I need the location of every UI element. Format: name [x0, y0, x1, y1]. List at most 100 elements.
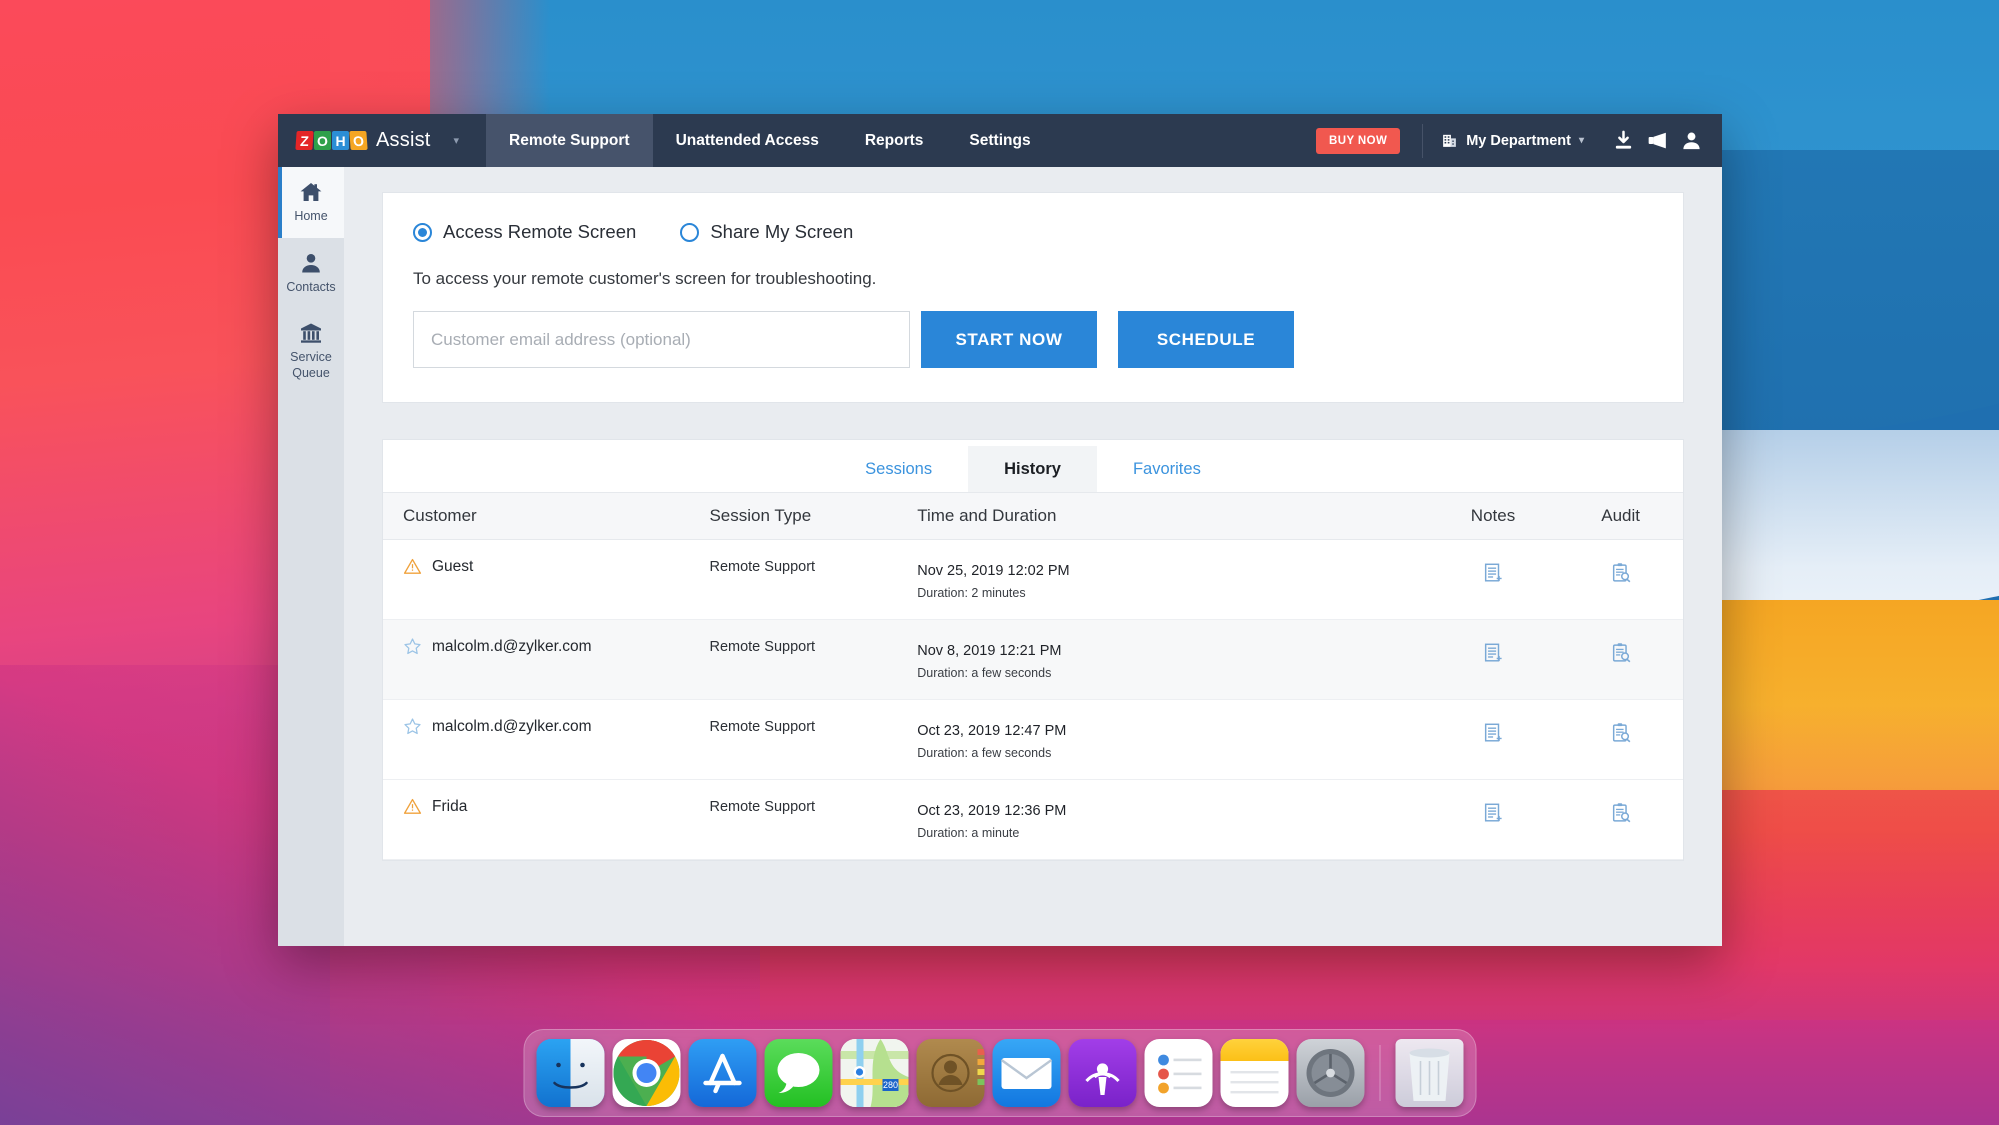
radio-share-my-screen[interactable]: Share My Screen — [680, 221, 853, 243]
tab-history-label: History — [1004, 460, 1061, 478]
note-add-icon[interactable] — [1482, 562, 1504, 589]
session-type-value: Remote Support — [709, 559, 816, 575]
brand-block[interactable]: Z O H O Assist ▾ — [278, 114, 486, 167]
department-label: My Department — [1466, 132, 1571, 149]
cell-customer: malcolm.d@zylker.com — [383, 699, 710, 780]
cell-notes — [1427, 619, 1559, 700]
tab-favorites-label: Favorites — [1132, 460, 1201, 478]
tab-favorites[interactable]: Favorites — [1097, 446, 1237, 492]
tab-settings-label: Settings — [969, 131, 1031, 149]
buy-now-button[interactable]: BUY NOW — [1316, 127, 1401, 154]
download-icon[interactable] — [1606, 124, 1640, 158]
product-name: Assist — [376, 129, 431, 151]
zoho-assist-window: Z O H O Assist ▾ Remote Support Unattend… — [278, 114, 1722, 946]
user-icon[interactable] — [1674, 124, 1708, 158]
radio-share-my-screen-label: Share My Screen — [710, 221, 854, 242]
cell-session-type: Remote Support — [709, 539, 918, 620]
table-row[interactable]: Frida Remote Support Oct 23, 2019 12:36 … — [383, 779, 1683, 860]
sidebar-item-service-queue[interactable]: Service Queue — [278, 308, 344, 394]
nav-divider — [1422, 123, 1424, 158]
session-time: Nov 8, 2019 12:21 PM — [917, 643, 1062, 659]
table-row[interactable]: malcolm.d@zylker.com Remote Support Nov … — [383, 619, 1683, 700]
start-now-button[interactable]: START NOW — [921, 311, 1097, 368]
chevron-down-icon[interactable]: ▾ — [454, 134, 460, 147]
radio-unselected-icon — [680, 222, 700, 242]
zoho-logo-letter-z: Z — [295, 131, 314, 150]
building-columns-icon — [301, 323, 321, 343]
dock-item-mail[interactable] — [992, 1039, 1060, 1107]
home-icon — [300, 183, 322, 201]
radio-access-remote-screen[interactable]: Access Remote Screen — [413, 221, 636, 243]
note-add-icon[interactable] — [1482, 802, 1504, 829]
customer-name: Frida — [432, 797, 468, 815]
star-outline-icon[interactable] — [403, 717, 422, 736]
note-add-icon[interactable] — [1482, 642, 1504, 669]
cell-session-type: Remote Support — [709, 699, 918, 780]
dock-item-finder[interactable] — [536, 1039, 604, 1107]
tab-history[interactable]: History — [968, 446, 1097, 492]
tab-unattended-access-label: Unattended Access — [675, 131, 819, 149]
column-header-time-and-duration: Time and Duration — [917, 493, 1428, 540]
zoho-logo-letter-o2: O — [349, 131, 368, 150]
dock-item-reminders[interactable] — [1144, 1039, 1212, 1107]
starter-description: To access your remote customer's screen … — [413, 269, 877, 288]
cell-time-and-duration: Nov 25, 2019 12:02 PM Duration: 2 minute… — [917, 539, 1428, 620]
column-header-notes: Notes — [1427, 493, 1559, 540]
dock-item-maps[interactable]: 280 — [840, 1039, 908, 1107]
session-duration: Duration: a few seconds — [917, 666, 1052, 680]
audit-search-icon[interactable] — [1610, 802, 1632, 829]
dock-item-notes[interactable] — [1220, 1039, 1288, 1107]
department-selector[interactable]: My Department ▾ — [1441, 132, 1584, 149]
top-navigation-right: BUY NOW My Department ▾ — [1316, 114, 1722, 167]
sidebar-item-home[interactable]: Home — [278, 167, 344, 238]
cell-customer: malcolm.d@zylker.com — [383, 619, 710, 700]
schedule-button[interactable]: SCHEDULE — [1118, 311, 1294, 368]
tab-settings[interactable]: Settings — [946, 114, 1053, 167]
audit-search-icon[interactable] — [1610, 562, 1632, 589]
customer-name: Guest — [432, 557, 474, 575]
primary-nav-tabs: Remote Support Unattended Access Reports… — [486, 114, 1054, 167]
zoho-logo-letter-h: H — [332, 131, 349, 150]
cell-notes — [1427, 539, 1559, 620]
customer-email-input[interactable] — [413, 311, 910, 368]
dock-item-podcasts[interactable] — [1068, 1039, 1136, 1107]
starter-controls: START NOW SCHEDULE — [413, 311, 1653, 368]
cell-audit — [1558, 779, 1683, 860]
warning-triangle-icon — [403, 798, 422, 814]
zoho-logo-letter-o1: O — [314, 131, 331, 150]
tab-reports[interactable]: Reports — [842, 114, 947, 167]
table-row[interactable]: Guest Remote Support Nov 25, 2019 12:02 … — [383, 539, 1683, 620]
cell-session-type: Remote Support — [709, 619, 918, 700]
session-mode-radio-group: Access Remote Screen Share My Screen — [413, 221, 1653, 243]
cell-customer: Guest — [383, 539, 710, 620]
note-add-icon[interactable] — [1482, 722, 1504, 749]
tab-sessions-label: Sessions — [865, 460, 933, 478]
chevron-down-icon: ▾ — [1578, 135, 1584, 146]
sidebar-item-contacts[interactable]: Contacts — [278, 238, 344, 309]
tab-unattended-access[interactable]: Unattended Access — [653, 114, 842, 167]
dock-item-system-preferences[interactable] — [1296, 1039, 1364, 1107]
radio-access-remote-screen-label: Access Remote Screen — [443, 221, 637, 242]
customer-name: malcolm.d@zylker.com — [432, 717, 592, 735]
cell-audit — [1558, 619, 1683, 700]
history-table: Customer Session Type Time and Duration … — [383, 493, 1683, 860]
megaphone-icon[interactable] — [1640, 124, 1674, 158]
warning-triangle-icon — [403, 558, 422, 574]
tab-sessions[interactable]: Sessions — [829, 446, 968, 492]
dock-item-contacts[interactable] — [916, 1039, 984, 1107]
column-header-audit: Audit — [1558, 493, 1683, 540]
tab-remote-support[interactable]: Remote Support — [486, 114, 653, 167]
session-starter-card: Access Remote Screen Share My Screen To … — [382, 192, 1684, 403]
dock-item-messages[interactable] — [764, 1039, 832, 1107]
table-row[interactable]: malcolm.d@zylker.com Remote Support Oct … — [383, 699, 1683, 780]
dock-item-chrome[interactable] — [612, 1039, 680, 1107]
dock-item-appstore[interactable] — [688, 1039, 756, 1107]
session-time: Oct 23, 2019 12:36 PM — [917, 803, 1067, 819]
star-outline-icon[interactable] — [403, 637, 422, 656]
dock-item-trash[interactable] — [1395, 1039, 1463, 1107]
audit-search-icon[interactable] — [1610, 722, 1632, 749]
cell-audit — [1558, 539, 1683, 620]
sidebar-item-service-queue-label: Service Queue — [290, 350, 332, 380]
audit-search-icon[interactable] — [1610, 642, 1632, 669]
cell-notes — [1427, 699, 1559, 780]
